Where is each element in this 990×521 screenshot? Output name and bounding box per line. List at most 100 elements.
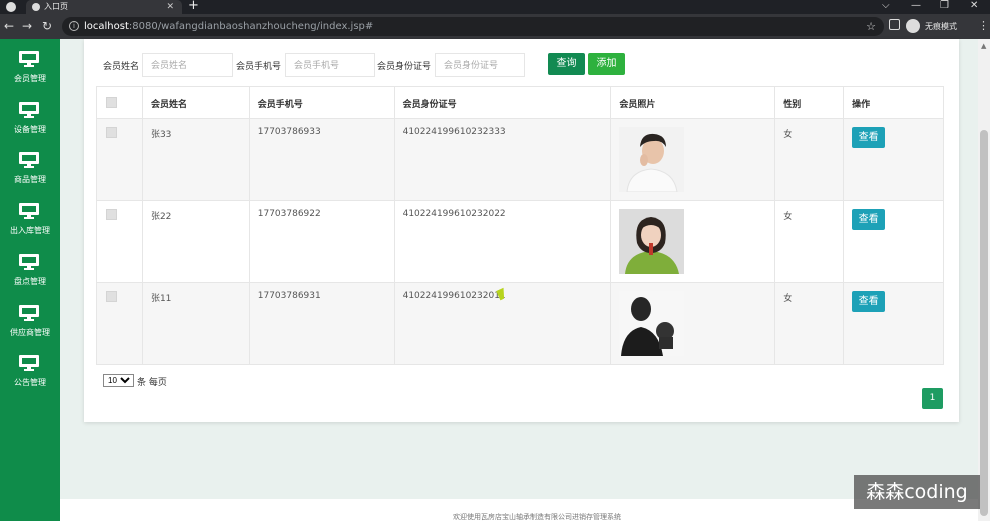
sidebar-item-label: 盘点管理 <box>14 277 46 286</box>
browser-tab-bar: 入口页 ✕ + ⌵ — ❐ ✕ <box>0 0 990 14</box>
browser-menu-icon[interactable] <box>6 2 16 12</box>
forward-icon[interactable]: → <box>22 19 32 33</box>
browser-tab-title: 入口页 <box>44 2 68 11</box>
reload-icon[interactable]: ↻ <box>42 19 52 33</box>
monitor-icon <box>19 254 39 270</box>
member-id-input[interactable] <box>435 53 525 77</box>
member-table: 会员姓名 会员手机号 会员身份证号 会员照片 性别 操作 张33 1770378… <box>96 86 944 365</box>
view-button[interactable]: 查看 <box>852 291 886 312</box>
monitor-icon <box>19 152 39 168</box>
watermark: 森森coding <box>854 475 980 509</box>
sidebar-item-label: 设备管理 <box>14 125 46 134</box>
member-phone-label: 会员手机号 <box>236 62 282 72</box>
scrollbar-thumb[interactable] <box>980 130 988 516</box>
column-header: 会员照片 <box>610 86 776 119</box>
page-size-select[interactable]: 10 <box>103 374 134 387</box>
member-photo-cell <box>610 200 776 283</box>
member-phone-cell: 17703786922 <box>248 200 395 283</box>
column-header: 会员身份证号 <box>393 86 612 119</box>
bookmark-star-icon[interactable]: ☆ <box>866 17 876 36</box>
member-photo-cell <box>610 282 776 365</box>
action-cell: 查看 <box>843 200 944 283</box>
member-name-cell: 张33 <box>141 118 250 201</box>
table-header-row: 会员姓名 会员手机号 会员身份证号 会员照片 性别 操作 <box>96 86 944 119</box>
page-number-button[interactable]: 1 <box>922 388 943 409</box>
monitor-icon <box>19 203 39 219</box>
sidebar-item-devices[interactable]: 设备管理 <box>0 102 60 152</box>
select-all-checkbox[interactable] <box>106 97 117 108</box>
column-header: 性别 <box>774 86 845 119</box>
column-header: 操作 <box>843 86 944 119</box>
member-phone-cell: 17703786933 <box>248 118 395 201</box>
close-window-icon[interactable]: ✕ <box>970 0 978 12</box>
favicon-icon <box>32 3 40 11</box>
sidebar-item-label: 商品管理 <box>14 175 46 184</box>
incognito-label: 无痕模式 <box>925 22 957 31</box>
member-gender-cell: 女 <box>774 282 845 365</box>
row-checkbox[interactable] <box>106 127 117 138</box>
table-row: 张22 17703786922 410224199610232022 女 查看 <box>96 200 944 283</box>
member-gender-cell: 女 <box>774 118 845 201</box>
scroll-up-arrow-icon[interactable]: ▲ <box>981 42 986 50</box>
url-host: localhost <box>84 21 129 32</box>
member-name-label: 会员姓名 <box>103 62 140 72</box>
back-icon[interactable]: ← <box>4 19 14 33</box>
sidebar-item-members[interactable]: 会员管理 <box>0 51 60 101</box>
add-button[interactable]: 添加 <box>588 53 625 75</box>
column-header: 会员手机号 <box>248 86 395 119</box>
browser-menu-kebab-icon[interactable]: ⋮ <box>978 19 989 32</box>
side-panel-icon[interactable] <box>889 19 900 30</box>
sidebar-item-notices[interactable]: 公告管理 <box>0 355 60 405</box>
member-photo-cell <box>610 118 776 201</box>
sidebar: 会员管理 设备管理 商品管理 出入库管理 盘点管理 供应商管理 公告管理 <box>0 39 60 521</box>
tab-search-icon[interactable]: ⌵ <box>882 0 890 12</box>
monitor-icon <box>19 355 39 371</box>
new-tab-icon[interactable]: + <box>188 0 199 13</box>
sidebar-item-label: 会员管理 <box>14 74 46 83</box>
site-info-icon[interactable]: i <box>69 21 79 31</box>
close-tab-icon[interactable]: ✕ <box>166 0 174 14</box>
action-cell: 查看 <box>843 118 944 201</box>
sidebar-item-stocktake[interactable]: 盘点管理 <box>0 254 60 304</box>
sidebar-item-label: 出入库管理 <box>10 226 50 235</box>
sidebar-item-label: 公告管理 <box>14 378 46 387</box>
monitor-icon <box>19 102 39 118</box>
footer-text: 欢迎使用瓦房店宝山轴承制造有限公司进销存管理系统 <box>453 513 621 521</box>
member-id-cell: 410224199610232022 <box>393 200 612 283</box>
member-photo <box>619 127 685 193</box>
sidebar-item-label: 供应商管理 <box>10 328 50 337</box>
monitor-icon <box>19 305 39 321</box>
action-cell: 查看 <box>843 282 944 365</box>
incognito-icon[interactable] <box>906 19 920 33</box>
address-bar[interactable]: i localhost:8080/wafangdianbaoshanzhouch… <box>62 17 884 36</box>
member-phone-cell: 17703786931 <box>248 282 395 365</box>
sidebar-item-products[interactable]: 商品管理 <box>0 152 60 202</box>
member-photo <box>619 209 685 274</box>
member-id-cell: 410224199610232333 <box>393 118 612 201</box>
url-path: :8080/wafangdianbaoshanzhoucheng/index.j… <box>128 21 374 32</box>
query-button[interactable]: 查询 <box>548 53 585 75</box>
per-page-text: 条 每页 <box>137 378 167 388</box>
select-all-cell <box>96 86 143 119</box>
member-phone-input[interactable] <box>285 53 375 77</box>
sidebar-item-suppliers[interactable]: 供应商管理 <box>0 305 60 355</box>
column-header: 会员姓名 <box>141 86 250 119</box>
view-button[interactable]: 查看 <box>852 127 886 148</box>
member-photo <box>619 291 685 356</box>
row-checkbox[interactable] <box>106 291 117 302</box>
member-id-label: 会员身份证号 <box>377 62 432 72</box>
table-row: 张33 17703786933 410224199610232333 女 查看 <box>96 118 944 201</box>
member-name-cell: 张11 <box>141 282 250 365</box>
monitor-icon <box>19 51 39 67</box>
restore-icon[interactable]: ❐ <box>940 0 949 12</box>
member-name-cell: 张22 <box>141 200 250 283</box>
row-checkbox[interactable] <box>106 209 117 220</box>
view-button[interactable]: 查看 <box>852 209 886 230</box>
browser-tab[interactable]: 入口页 ✕ <box>26 0 182 14</box>
member-gender-cell: 女 <box>774 200 845 283</box>
member-name-input[interactable] <box>142 53 233 77</box>
sidebar-item-inventory[interactable]: 出入库管理 <box>0 203 60 253</box>
browser-toolbar: ← → ↻ i localhost:8080/wafangdianbaoshan… <box>0 14 990 39</box>
table-row: 张11 17703786931 410224199610232011 女 查看 <box>96 282 944 365</box>
minimize-icon[interactable]: — <box>911 0 921 12</box>
